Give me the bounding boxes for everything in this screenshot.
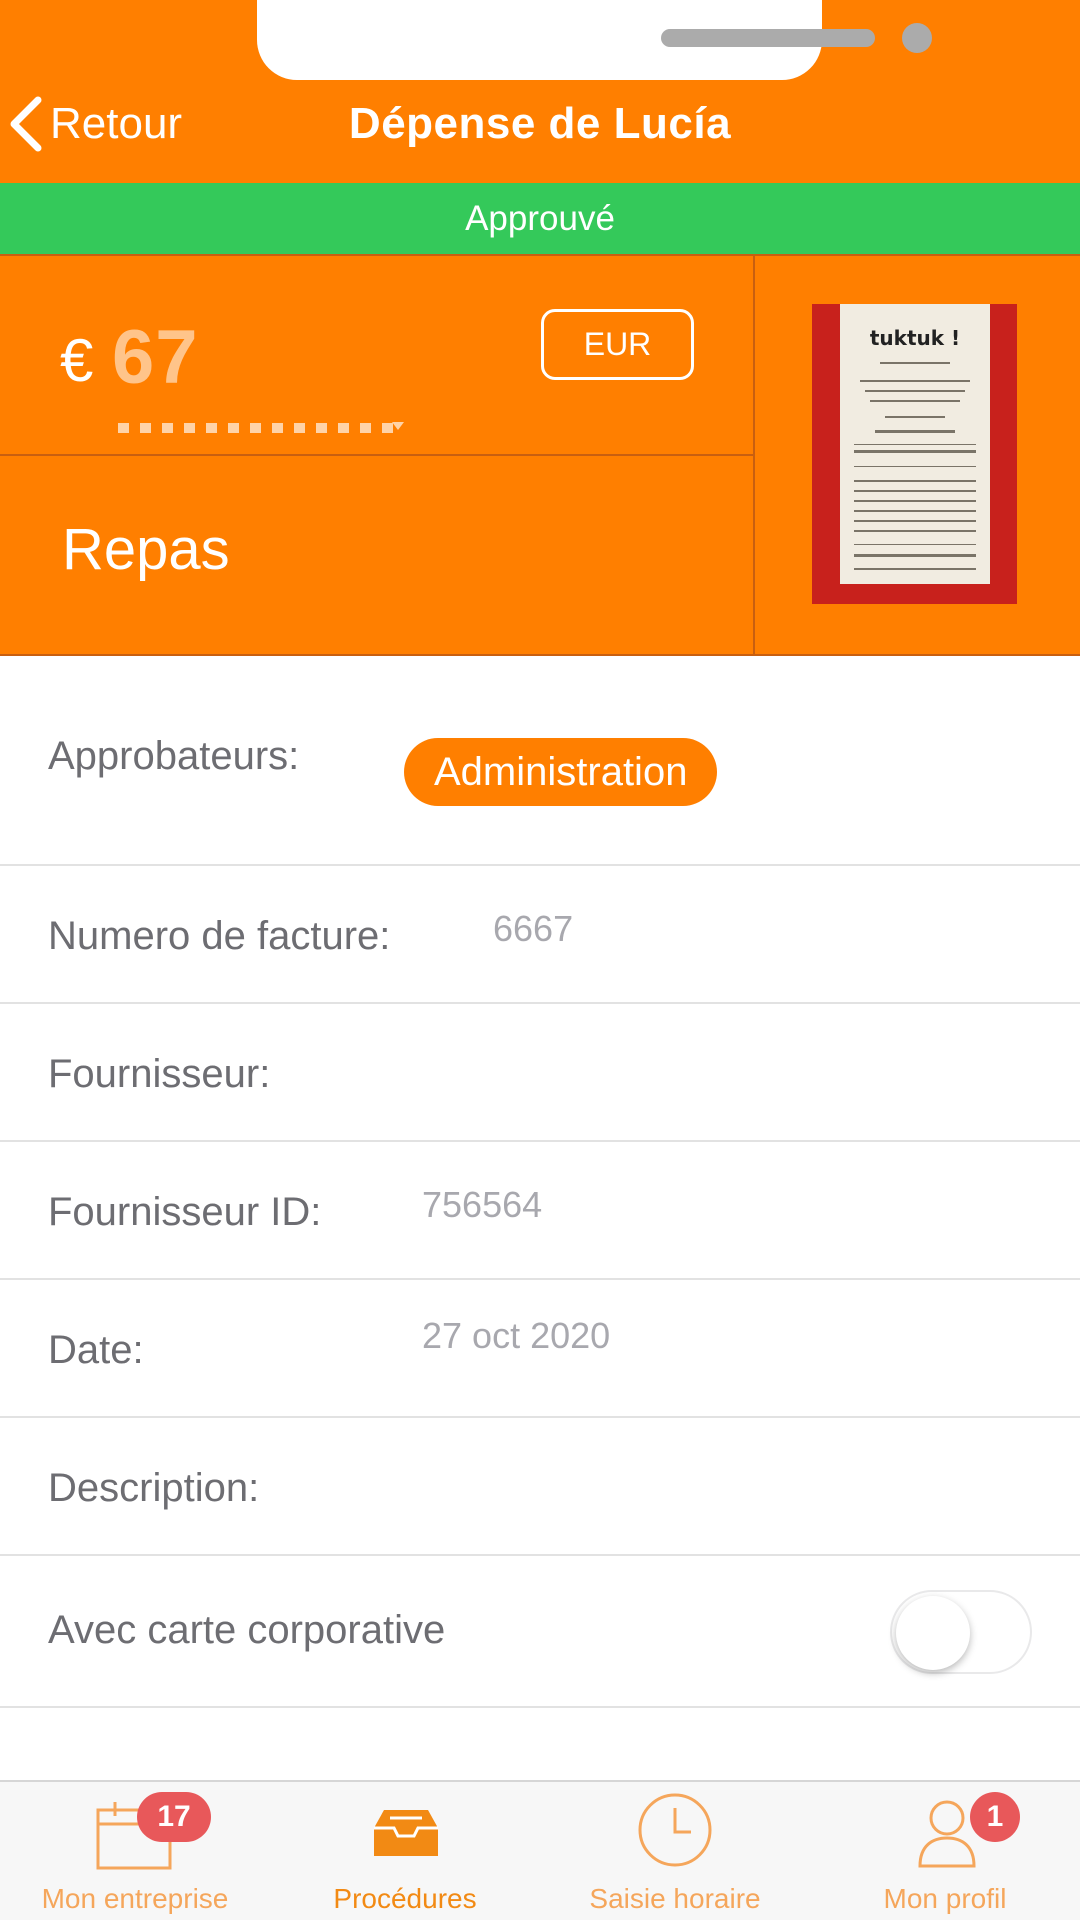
inbox-tray-icon: [372, 1808, 440, 1863]
receipt-thumbnail[interactable]: tuktuk !: [812, 304, 1017, 604]
currency-selector[interactable]: EUR: [541, 309, 694, 380]
tab-procedures[interactable]: Procédures: [270, 1782, 540, 1920]
receipt-line: [870, 400, 960, 402]
notification-badge: 1: [970, 1792, 1020, 1842]
receipt-line: [854, 510, 976, 512]
tab-saisie-horaire[interactable]: Saisie horaire: [540, 1782, 810, 1920]
page-title: Dépense de Lucía: [348, 99, 732, 148]
invoice-number-label: Numero de facture:: [48, 914, 391, 958]
tab-mon-profil[interactable]: 1 Mon profil: [810, 1782, 1080, 1920]
description-row[interactable]: Description:: [0, 1418, 1080, 1556]
tab-bar: 17 Mon entreprise Procédures Saisie hora…: [0, 1780, 1080, 1920]
corporate-card-label: Avec carte corporative: [48, 1608, 446, 1652]
supplier-label: Fournisseur:: [48, 1052, 271, 1096]
approver-chip[interactable]: Administration: [404, 738, 718, 806]
tab-label: Saisie horaire: [589, 1883, 761, 1914]
receipt-paper: tuktuk !: [840, 304, 990, 584]
receipt-line: [854, 544, 976, 545]
receipt-line: [854, 450, 976, 453]
user-icon: [916, 1798, 978, 1873]
front-camera: [902, 23, 932, 53]
receipt-line: [854, 490, 976, 492]
amount-input[interactable]: 67: [112, 314, 199, 401]
nav-header: Retour Dépense de Lucía: [0, 0, 1080, 183]
tab-label: Mon profil: [883, 1883, 1007, 1914]
expense-summary-main: € 67 EUR Repas: [0, 256, 755, 654]
approvers-label: Approbateurs:: [48, 734, 300, 778]
invoice-number-row[interactable]: Numero de facture: 6667: [0, 866, 1080, 1004]
clock-icon: [637, 1792, 713, 1873]
supplier-id-label: Fournisseur ID:: [48, 1190, 322, 1234]
supplier-id-field[interactable]: 756564: [422, 1184, 542, 1226]
notification-badge: 17: [137, 1792, 211, 1842]
amount-underline: [118, 423, 404, 433]
currency-symbol: €: [60, 327, 94, 394]
receipt-line: [854, 444, 976, 445]
receipt-line: [854, 480, 976, 482]
receipt-line: [860, 380, 970, 382]
date-label: Date:: [48, 1328, 144, 1372]
receipt-line: [880, 362, 950, 364]
receipt-line: [854, 500, 976, 502]
tab-label: Procédures: [333, 1883, 477, 1914]
corporate-card-toggle[interactable]: [890, 1590, 1032, 1674]
description-label: Description:: [48, 1466, 260, 1510]
receipt-line: [854, 466, 976, 467]
toggle-knob: [896, 1596, 970, 1670]
receipt-line: [854, 520, 976, 522]
amount-row: € 67 EUR: [0, 256, 755, 456]
expense-summary: € 67 EUR Repas tuktuk !: [0, 254, 1080, 656]
approvers-row: Approbateurs: Administration: [0, 656, 1080, 866]
speaker-grille: [661, 29, 875, 47]
receipt-brand-logo: tuktuk !: [869, 326, 961, 350]
receipt-line: [854, 568, 976, 570]
receipt-line: [854, 554, 976, 557]
receipt-line: [885, 416, 945, 418]
supplier-row[interactable]: Fournisseur:: [0, 1004, 1080, 1142]
expense-category[interactable]: Repas: [62, 516, 230, 583]
receipt-line: [875, 430, 955, 433]
device-notch: [257, 0, 932, 80]
receipt-line: [854, 530, 976, 532]
amount-caret: [392, 422, 404, 430]
invoice-number-field[interactable]: 6667: [493, 908, 573, 950]
date-row[interactable]: Date: 27 oct 2020: [0, 1280, 1080, 1418]
supplier-id-row[interactable]: Fournisseur ID: 756564: [0, 1142, 1080, 1280]
receipt-line: [865, 390, 965, 392]
status-banner: Approuvé: [0, 183, 1080, 254]
date-field[interactable]: 27 oct 2020: [422, 1315, 610, 1357]
tab-mon-entreprise[interactable]: 17 Mon entreprise: [0, 1782, 270, 1920]
tab-label: Mon entreprise: [41, 1883, 229, 1914]
